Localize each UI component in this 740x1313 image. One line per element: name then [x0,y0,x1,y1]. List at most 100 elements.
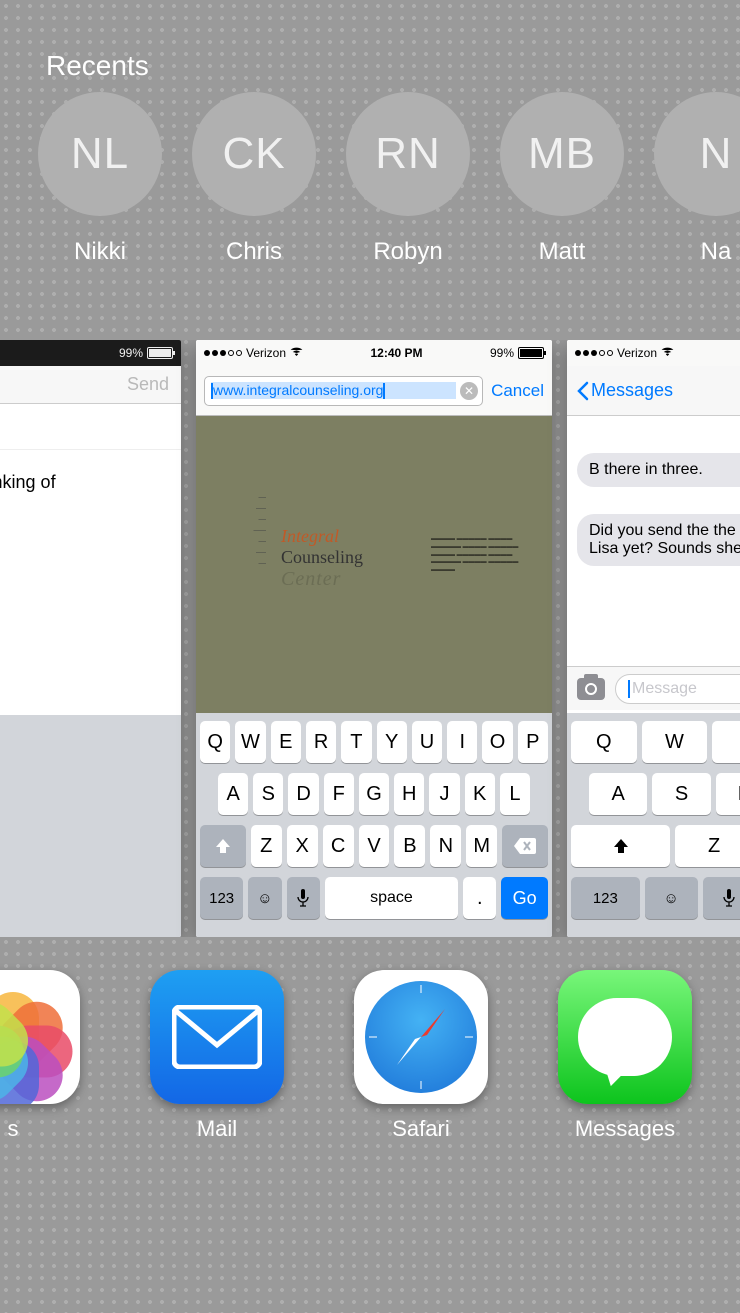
recents-title: Recents [0,0,740,92]
key-i[interactable]: I [447,721,477,763]
app-label: Safari [392,1116,449,1142]
key-a[interactable]: A [589,773,647,815]
card-safari[interactable]: Verizon 12:40 PM 99% www.integralcounsel… [196,340,552,937]
avatar-initials: NL [38,92,162,216]
key-y[interactable]: Y [377,721,407,763]
space-key[interactable]: space [325,877,458,919]
key-t[interactable]: T [341,721,371,763]
camera-icon[interactable] [577,678,605,700]
app-safari[interactable]: Safari [354,970,488,1142]
key-v[interactable]: V [359,825,390,867]
key-f[interactable]: F [324,773,354,815]
key-d[interactable]: D [716,773,740,815]
key-p[interactable]: P [518,721,548,763]
key-h[interactable]: H [394,773,424,815]
key-r[interactable]: R [306,721,336,763]
timestamp: Today 1 [577,493,740,508]
key-q[interactable]: Q [571,721,637,763]
status-bar: 9 PM 99% [0,340,181,366]
app-messages[interactable]: Messages [558,970,692,1142]
message-thread[interactable]: Yesterday B there in three. Today 1 Did … [567,416,740,666]
contact-name: Robyn [373,238,442,266]
mic-key[interactable] [287,877,320,919]
cancel-button[interactable]: Cancel [491,381,544,401]
dot-key[interactable]: . [463,877,496,919]
key-a[interactable]: A [218,773,248,815]
safari-page-content: ⎯⎯⎯⎯⎯⎯⎯⎯⎯⎯⎯⎯⎯⎯⎯⎯⎯⎯⎯⎯⎯⎯⎯⎯⎯ Integral Couns… [196,416,552,717]
app-label: s [8,1116,19,1142]
keyboard-area [0,715,181,937]
key-j[interactable]: J [429,773,459,815]
mic-key[interactable] [703,877,740,919]
key-d[interactable]: D [288,773,318,815]
contact-name: Na [701,238,732,266]
numeric-key[interactable]: 123 [200,877,243,919]
key-e[interactable]: E [271,721,301,763]
recent-contact[interactable]: CK Chris [192,92,316,266]
recent-contact[interactable]: N Na [654,92,740,266]
key-c[interactable]: C [323,825,354,867]
key-w[interactable]: W [235,721,265,763]
key-b[interactable]: B [394,825,425,867]
caret-icon [628,680,630,698]
mail-send-button[interactable]: Send [127,374,169,395]
numeric-key[interactable]: 123 [571,877,640,919]
recent-contact[interactable]: MB Matt [500,92,624,266]
app-photos[interactable]: s [0,970,80,1142]
key-s[interactable]: S [652,773,710,815]
shift-key[interactable] [571,825,670,867]
avatar-initials: MB [500,92,624,216]
key-m[interactable]: M [466,825,497,867]
mail-to-field[interactable]: @mac.com [0,404,181,450]
message-bubble: B there in three. [577,453,740,487]
recent-contact[interactable]: NL Nikki [38,92,162,266]
key-z[interactable]: Z [675,825,740,867]
status-battery-pct: 99% [119,346,143,360]
messages-icon [558,970,692,1104]
clear-icon[interactable]: ✕ [460,382,478,400]
back-label: Messages [591,380,673,401]
signal-icon [204,350,242,356]
key-s[interactable]: S [253,773,283,815]
wifi-icon [290,347,303,360]
backspace-key[interactable] [502,825,548,867]
key-e[interactable]: E [712,721,740,763]
key-o[interactable]: O [482,721,512,763]
emoji-key[interactable]: ☺ [645,877,698,919]
app-label: Mail [197,1116,237,1142]
key-l[interactable]: L [500,773,530,815]
contact-name: Chris [226,238,282,266]
message-input-bar: Message [567,666,740,710]
photos-icon [0,970,80,1104]
emoji-key[interactable]: ☺ [248,877,281,919]
contact-name: Matt [539,238,586,266]
status-carrier: Verizon [246,346,286,360]
key-g[interactable]: G [359,773,389,815]
key-u[interactable]: U [412,721,442,763]
key-x[interactable]: X [287,825,318,867]
shift-key[interactable] [200,825,246,867]
url-input[interactable]: www.integralcounseling.org ✕ [204,376,483,406]
recent-contact[interactable]: RN Robyn [346,92,470,266]
messages-nav: Messages Ch [567,366,740,416]
timestamp: Yesterday [577,432,740,447]
card-mail[interactable]: 9 PM 99% seling Send @mac.com talked abo… [0,340,181,937]
key-q[interactable]: Q [200,721,230,763]
keyboard: QWERT ASDFG ZXC 123 ☺ [567,713,740,937]
key-n[interactable]: N [430,825,461,867]
message-input[interactable]: Message [615,674,740,704]
avatar-initials: CK [192,92,316,216]
status-bar: Verizon 12:40 PM 99% [196,340,552,366]
back-button[interactable]: Messages [577,380,673,401]
mail-body-link[interactable]: lcounseling.org [0,513,169,538]
key-w[interactable]: W [642,721,708,763]
key-k[interactable]: K [465,773,495,815]
mail-body[interactable]: talked about. I'm thinking of lcounselin… [0,450,181,576]
app-mail[interactable]: Mail [150,970,284,1142]
go-key[interactable]: Go [501,877,548,919]
battery-icon [147,347,173,359]
key-z[interactable]: Z [251,825,282,867]
mail-icon [150,970,284,1104]
card-messages[interactable]: Verizon 12:4 Messages Ch Yesterday B the… [567,340,740,937]
message-placeholder: Message [632,680,697,698]
